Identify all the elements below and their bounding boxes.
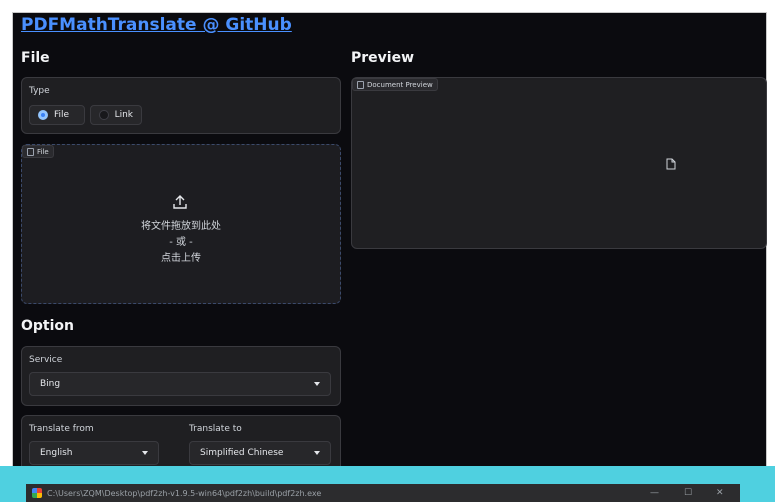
document-icon bbox=[27, 147, 34, 156]
option-heading: Option bbox=[21, 318, 74, 334]
drop-instruction: 将文件拖放到此处 bbox=[141, 221, 221, 232]
radio-selected-icon bbox=[38, 110, 48, 120]
translate-to-label: Translate to bbox=[189, 424, 242, 434]
document-preview-label: Document Preview bbox=[367, 80, 433, 89]
service-panel: Service Bing bbox=[21, 346, 341, 406]
file-tag-label: File bbox=[37, 147, 49, 156]
type-label: Type bbox=[29, 86, 50, 96]
radio-file-label: File bbox=[54, 110, 70, 120]
click-upload: 点击上传 bbox=[161, 253, 201, 264]
document-preview-panel: Document Preview bbox=[351, 77, 767, 249]
console-window-titlebar[interactable]: C:\Users\ZQM\Desktop\pdf2zh-v1.9.5-win64… bbox=[26, 484, 740, 502]
translate-from-select[interactable]: English bbox=[29, 441, 159, 465]
translate-to-value: Simplified Chinese bbox=[200, 448, 284, 458]
service-label: Service bbox=[29, 355, 63, 365]
translate-from-value: English bbox=[40, 448, 73, 458]
chevron-down-icon bbox=[314, 451, 320, 455]
preview-heading: Preview bbox=[351, 50, 415, 66]
radio-link-label: Link bbox=[114, 110, 133, 120]
chevron-down-icon bbox=[314, 382, 320, 386]
document-placeholder-icon bbox=[666, 158, 676, 170]
translate-from-label: Translate from bbox=[29, 424, 94, 434]
document-preview-tag: Document Preview bbox=[352, 78, 438, 91]
radio-file[interactable]: File bbox=[29, 105, 85, 125]
console-path: C:\Users\ZQM\Desktop\pdf2zh-v1.9.5-win64… bbox=[47, 488, 322, 498]
minimize-button[interactable]: — bbox=[650, 488, 659, 498]
upload-icon bbox=[173, 195, 187, 209]
radio-unselected-icon bbox=[99, 110, 109, 120]
file-tag: File bbox=[22, 145, 54, 158]
drop-or: - 或 - bbox=[169, 237, 193, 248]
radio-link[interactable]: Link bbox=[90, 105, 142, 125]
service-select[interactable]: Bing bbox=[29, 372, 331, 396]
maximize-button[interactable]: ☐ bbox=[684, 488, 692, 498]
chevron-down-icon bbox=[142, 451, 148, 455]
file-upload-dropzone[interactable]: File 将文件拖放到此处 - 或 - 点击上传 bbox=[21, 144, 341, 304]
close-button[interactable]: ✕ bbox=[716, 488, 724, 498]
document-icon bbox=[357, 80, 364, 89]
type-panel: Type File Link bbox=[21, 77, 341, 134]
service-value: Bing bbox=[40, 379, 61, 389]
language-panel: Translate from Translate to English Simp… bbox=[21, 415, 341, 468]
file-heading: File bbox=[21, 50, 50, 66]
app-icon bbox=[32, 488, 42, 498]
github-link[interactable]: PDFMathTranslate @ GitHub bbox=[21, 15, 292, 35]
translate-to-select[interactable]: Simplified Chinese bbox=[189, 441, 331, 465]
app-window: PDFMathTranslate @ GitHub File Type File… bbox=[12, 12, 767, 468]
